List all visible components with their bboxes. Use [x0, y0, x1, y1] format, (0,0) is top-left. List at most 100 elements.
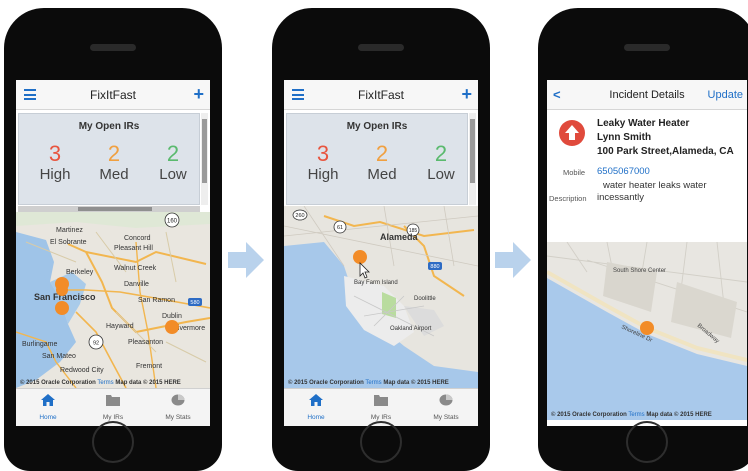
tab-my-stats[interactable]: My Stats [414, 393, 478, 421]
plus-icon[interactable]: + [193, 85, 204, 103]
incident-location-map[interactable]: South Shore Center Shoreline Dr Broadway… [547, 241, 747, 420]
stat-low-count: 2 [166, 141, 180, 166]
stat-high[interactable]: 3 High [25, 142, 85, 184]
tab-my-irs[interactable]: My IRs [81, 393, 145, 421]
incident-marker[interactable] [165, 320, 179, 334]
map-attribution: © 2015 Oracle Corporation Terms Map data… [551, 412, 712, 418]
mobile-label: Mobile [563, 168, 586, 177]
map-label-redwood-city: Redwood City [60, 367, 104, 374]
alameda-map-graphic: 260 61 185 880 Alameda Oakland Airport B… [284, 205, 478, 388]
map-label-pleasanton: Pleasanton [128, 339, 163, 346]
tab-home-label: Home [307, 414, 325, 421]
stat-low[interactable]: 2 Low [143, 142, 203, 184]
map-terms-link[interactable]: Terms [628, 412, 644, 418]
phone-home-map: FixItFast + My Open IRs 3 High 2 Med 2 L… [4, 8, 222, 471]
tab-my-irs-label: My IRs [370, 414, 392, 421]
open-irs-summary: My Open IRs 3 High 2 Med 2 Low [18, 113, 200, 205]
svg-text:880: 880 [430, 264, 439, 270]
map-data-credit: Map data © 2015 HERE [646, 412, 712, 418]
tab-my-stats-label: My Stats [433, 414, 459, 421]
svg-text:92: 92 [93, 341, 99, 347]
phone-speaker [358, 44, 404, 51]
summary-scrollbar[interactable] [201, 113, 208, 205]
map-label-hayward: Hayward [106, 323, 134, 330]
stat-high-label: High [39, 166, 71, 183]
tab-home[interactable]: Home [16, 393, 80, 421]
map-attribution-text: © 2015 Oracle Corporation [288, 380, 364, 386]
description-label: Description [549, 194, 587, 203]
incident-marker[interactable] [55, 301, 69, 315]
home-screen-zoomed: FixItFast + My Open IRs 3 High 2 Med 2 L… [284, 80, 478, 426]
map-label-el-sobrante: El Sobrante [50, 239, 87, 246]
summary-scrollbar[interactable] [469, 113, 476, 205]
svg-text:260: 260 [295, 213, 304, 219]
flow-arrow-icon [228, 242, 264, 278]
phone-zoomed-map: FixItFast + My Open IRs 3 High 2 Med 2 L… [272, 8, 490, 471]
map-terms-link[interactable]: Terms [97, 380, 113, 386]
tab-my-irs[interactable]: My IRs [349, 393, 413, 421]
map-label-doolittle: Doolittle [414, 296, 436, 302]
home-icon [41, 394, 55, 406]
map-label-dublin: Dublin [162, 313, 182, 320]
stat-low[interactable]: 2 Low [411, 142, 471, 184]
stat-med-label: Med [99, 166, 129, 183]
svg-text:580: 580 [190, 300, 199, 306]
incident-details-screen: < Incident Details Update Leaky Water He… [547, 80, 747, 426]
phone-speaker [90, 44, 136, 51]
map-label-pleasant-hill: Pleasant Hill [114, 245, 153, 252]
stat-med-count: 2 [375, 141, 389, 166]
app-title: FixItFast [89, 88, 136, 102]
map-label-berkeley: Berkeley [66, 269, 94, 276]
description-line-1: water heater leaks water [603, 180, 707, 191]
incident-marker[interactable] [640, 321, 654, 335]
map-label-fremont: Fremont [136, 363, 162, 370]
alameda-map[interactable]: 260 61 185 880 Alameda Oakland Airport B… [284, 205, 478, 388]
folder-icon [106, 395, 120, 406]
map-attribution-text: © 2015 Oracle Corporation [20, 380, 96, 386]
summary-title: My Open IRs [346, 121, 408, 132]
map-label-walnut-creek: Walnut Creek [114, 265, 157, 272]
stat-med[interactable]: 2 Med [352, 142, 412, 184]
phone-home-button [92, 421, 134, 463]
stat-high-label: High [307, 166, 339, 183]
stat-high[interactable]: 3 High [293, 142, 353, 184]
stat-low-count: 2 [434, 141, 448, 166]
folder-icon [374, 395, 388, 406]
map-label-martinez: Martinez [56, 227, 83, 234]
tab-home-label: Home [39, 414, 57, 421]
stat-med[interactable]: 2 Med [84, 142, 144, 184]
tab-home[interactable]: Home [284, 393, 348, 421]
description-line-2: incessantly [597, 192, 644, 203]
summary-title: My Open IRs [78, 121, 140, 132]
map-label-concord: Concord [124, 235, 151, 242]
mobile-link[interactable]: 6505067000 [597, 166, 650, 177]
storyboard: FixItFast + My Open IRs 3 High 2 Med 2 L… [0, 0, 748, 471]
map-label-san-ramon: San Ramon [138, 297, 175, 304]
map-label-san-mateo: San Mateo [42, 353, 76, 360]
map-data-credit: Map data © 2015 HERE [115, 380, 181, 386]
phone-incident-details: < Incident Details Update Leaky Water He… [538, 8, 748, 471]
app-header: FixItFast + [284, 80, 478, 110]
stats-icon [171, 394, 185, 406]
stat-high-count: 3 [48, 141, 62, 166]
app-header: FixItFast + [16, 80, 210, 110]
tab-my-stats-label: My Stats [165, 414, 191, 421]
stat-high-count: 3 [316, 141, 330, 166]
incident-marker[interactable] [56, 284, 68, 296]
phone-speaker [624, 44, 670, 51]
detail-header: < Incident Details Update [547, 80, 747, 110]
incident-address: 100 Park Street,Alameda, CA [597, 146, 734, 157]
bay-area-map[interactable]: 160 580 92 El Sobrante Martinez Concord … [16, 212, 210, 389]
map-terms-link[interactable]: Terms [365, 380, 381, 386]
incident-customer: Lynn Smith [597, 132, 652, 143]
map-label-alameda: Alameda [380, 232, 419, 242]
map-attribution-text: © 2015 Oracle Corporation [551, 412, 627, 418]
incident-marker[interactable] [353, 250, 367, 264]
plus-icon[interactable]: + [461, 85, 472, 103]
update-button[interactable]: Update [708, 89, 743, 101]
stat-low-label: Low [427, 166, 455, 183]
tab-my-stats[interactable]: My Stats [146, 393, 210, 421]
flow-arrow-icon [495, 242, 531, 278]
phone-home-button [360, 421, 402, 463]
svg-text:61: 61 [337, 225, 343, 231]
